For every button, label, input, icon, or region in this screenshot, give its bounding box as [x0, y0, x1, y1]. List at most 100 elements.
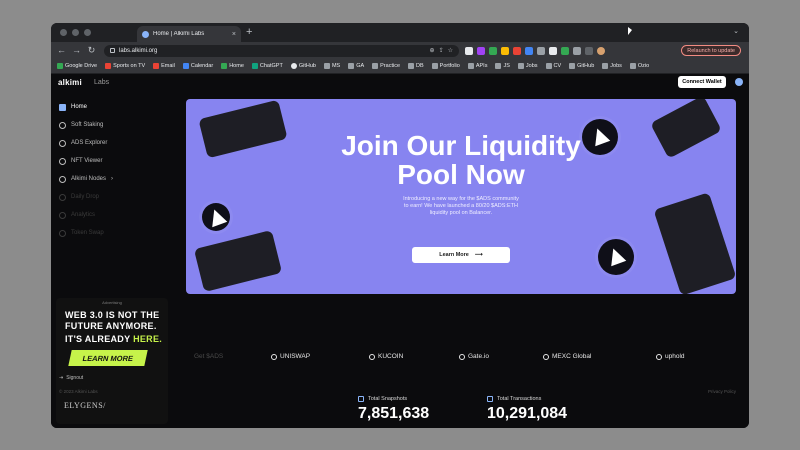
extension-icon[interactable]	[549, 46, 557, 55]
bookmark-folder[interactable]: GA	[348, 63, 364, 69]
stat-snapshots: Total Snapshots 7,851,638	[358, 396, 430, 422]
extension-icon[interactable]	[525, 46, 533, 55]
profile-avatar[interactable]	[597, 46, 605, 55]
relaunch-button[interactable]: Relaunch to update	[681, 45, 741, 56]
snapshot-icon	[358, 396, 364, 402]
exchange-kucoin[interactable]: KUCOIN	[369, 353, 403, 360]
bookmark-folder[interactable]: Jobs	[517, 63, 538, 69]
ad-label: Advertising	[102, 300, 122, 305]
snapshots-value: 7,851,638	[358, 405, 430, 422]
bookmark-item[interactable]: Calendar	[182, 63, 213, 69]
extensions	[465, 46, 605, 55]
exchange-uniswap[interactable]: UNISWAP	[271, 353, 310, 360]
staking-icon	[59, 121, 66, 129]
signout-icon: ⇥	[59, 375, 64, 381]
bookmarks-bar: Google Drive Sports on TV Email Calendar…	[51, 59, 749, 74]
mexc-icon	[543, 353, 549, 360]
extension-icon[interactable]	[477, 46, 485, 55]
exchange-mexc[interactable]: MEXC Global	[543, 353, 591, 360]
lock-icon	[110, 48, 115, 53]
nodes-icon	[59, 175, 66, 183]
swap-icon	[59, 229, 66, 237]
stat-transactions: Total Transactions 10,291,084	[487, 396, 568, 422]
bookmark-folder[interactable]: GitHub	[569, 63, 594, 69]
close-tab-icon[interactable]: ×	[232, 31, 236, 38]
bookmark-item[interactable]: Home	[221, 63, 244, 69]
explorer-icon	[59, 139, 66, 147]
exchange-uphold[interactable]: uphold	[656, 353, 685, 360]
tab-title: Home | Alkimi Labs	[153, 31, 205, 37]
bookmark-folder[interactable]: APIs	[467, 63, 487, 69]
gateio-icon	[459, 353, 465, 360]
sidepanel-icon[interactable]	[585, 46, 593, 55]
tab-favicon-icon	[142, 30, 149, 38]
site-header: alkimi Labs Connect Wallet	[51, 74, 749, 94]
advertisement[interactable]: Advertising WEB 3.0 IS NOT THE FUTURE AN…	[56, 298, 168, 424]
sidebar-item-alkimi-nodes[interactable]: Alkimi Nodes ›	[51, 170, 171, 188]
extension-icon[interactable]	[501, 46, 509, 55]
learn-more-button[interactable]: Learn More ⟶	[412, 247, 510, 263]
bookmark-item[interactable]: Google Drive	[57, 63, 97, 69]
bookmark-item[interactable]: GitHub	[290, 63, 316, 69]
exchange-gateio[interactable]: Gate.io	[459, 353, 489, 360]
extension-icon[interactable]	[561, 46, 569, 55]
flask-icon	[598, 239, 634, 275]
decorative-card	[653, 192, 736, 294]
sidebar-item-soft-staking[interactable]: Soft Staking	[51, 116, 171, 134]
signout-button[interactable]: ⇥ Signout	[59, 375, 83, 381]
reload-icon[interactable]: ↻	[87, 46, 96, 55]
forward-icon[interactable]: →	[72, 46, 81, 55]
url-text: labs.alkimi.org	[119, 47, 158, 54]
drop-icon	[59, 193, 66, 201]
address-bar[interactable]: labs.alkimi.org ⊕ ⇪ ☆	[104, 44, 459, 57]
bookmark-folder[interactable]: Jobs	[602, 63, 622, 69]
arrow-right-icon: ⟶	[474, 252, 483, 258]
ad-brand-logo: ELYGENS/	[64, 401, 106, 410]
connect-wallet-button[interactable]: Connect Wallet	[678, 76, 726, 88]
bookmark-star-icon[interactable]: ☆	[448, 47, 453, 54]
extension-icon[interactable]	[513, 46, 521, 55]
browser-tab[interactable]: Home | Alkimi Labs ×	[137, 26, 241, 42]
bookmark-folder[interactable]: JS	[495, 63, 510, 69]
ad-headline: WEB 3.0 IS NOT THE FUTURE ANYMORE.	[65, 310, 160, 331]
sidebar-item-token-swap[interactable]: Token Swap	[51, 224, 171, 242]
download-icon[interactable]	[573, 46, 581, 55]
tab-bar: Home | Alkimi Labs × + ⌄	[51, 23, 749, 42]
sidebar-item-analytics[interactable]: Analytics	[51, 206, 171, 224]
analytics-icon	[59, 211, 66, 219]
chevron-right-icon: ›	[111, 176, 114, 182]
ad-learn-more-button[interactable]: LEARN MORE	[68, 350, 148, 366]
user-icon[interactable]	[735, 78, 743, 86]
extension-icon[interactable]	[489, 46, 497, 55]
zoom-icon[interactable]: ⊕	[430, 47, 435, 54]
new-tab-icon[interactable]: +	[246, 26, 252, 38]
sidebar-item-ads-explorer[interactable]: ADS Explorer	[51, 134, 171, 152]
privacy-policy-link[interactable]: Privacy Policy	[708, 389, 736, 394]
page-content: alkimi Labs Connect Wallet Home Soft Sta…	[51, 74, 749, 428]
bookmark-item[interactable]: Email	[153, 63, 175, 69]
bookmark-folder[interactable]: DB	[408, 63, 424, 69]
bookmark-item[interactable]: ChatGPT	[251, 63, 283, 69]
sidebar: Home Soft Staking ADS Explorer NFT Viewe…	[51, 98, 171, 242]
sidebar-item-nft-viewer[interactable]: NFT Viewer	[51, 152, 171, 170]
site-logo[interactable]: alkimi	[58, 78, 82, 87]
browser-toolbar: ← → ↻ labs.alkimi.org ⊕ ⇪ ☆ Relaunch to …	[51, 42, 749, 59]
transactions-value: 10,291,084	[487, 405, 568, 422]
browser-window: Home | Alkimi Labs × + ⌄ ← → ↻ labs.alki…	[51, 23, 749, 428]
tab-search-icon[interactable]: ⌄	[733, 27, 739, 35]
bookmark-folder[interactable]: Ozio	[629, 63, 649, 69]
extension-icon[interactable]	[537, 46, 545, 55]
sidebar-item-daily-drop[interactable]: Daily Drop	[51, 188, 171, 206]
back-icon[interactable]: ←	[57, 46, 66, 55]
extension-icon[interactable]	[465, 46, 473, 55]
sidebar-item-home[interactable]: Home	[51, 98, 171, 116]
bookmark-folder[interactable]: MS	[323, 63, 340, 69]
bookmark-folder[interactable]: Portfolio	[431, 63, 460, 69]
hero-banner: Join Our Liquidity Pool Now Introducing …	[186, 99, 736, 294]
share-icon[interactable]: ⇪	[439, 47, 444, 54]
bookmark-folder[interactable]: CV	[545, 63, 561, 69]
uphold-icon	[656, 353, 662, 360]
bookmark-item[interactable]: Sports on TV	[105, 63, 145, 69]
window-controls[interactable]	[60, 29, 91, 36]
bookmark-folder[interactable]: Practice	[372, 63, 400, 69]
